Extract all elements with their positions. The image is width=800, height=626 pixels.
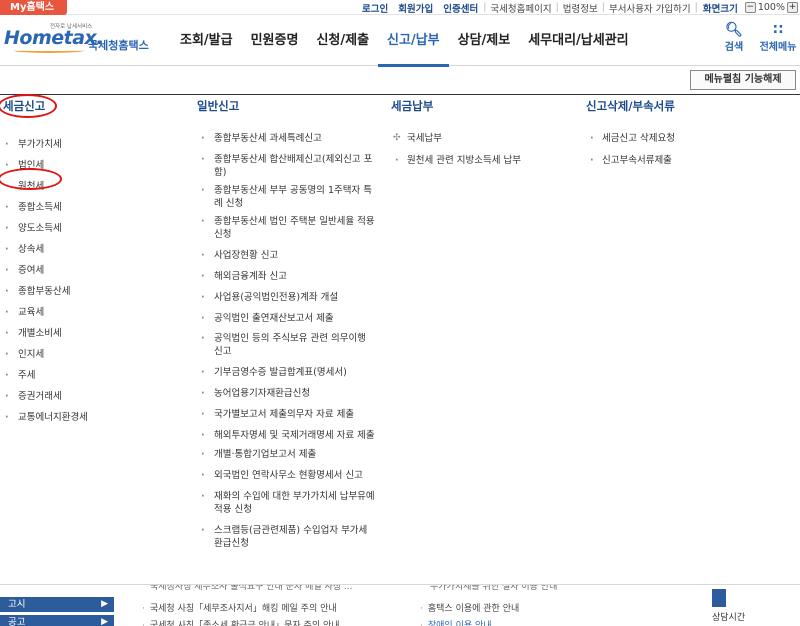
dept-user-signup-link[interactable]: 부서사용자 가입하기 [605, 1, 695, 15]
zoom-value: 100% [757, 2, 785, 13]
menu-item-stamp-tax[interactable]: 인지세 [0, 344, 180, 365]
top-utility-bar: My홈택스 로그인 회원가입 인증센터 | 국세청홈페이지 | 법령정보 | 부… [0, 0, 800, 15]
tax-report-column: 세금신고 부가가치세 법인세 원천세 종합소득세 양도소득세 상속세 증여세 종… [0, 97, 180, 428]
general-report-heading[interactable]: 일반신고 [197, 97, 377, 115]
notice-partial-left[interactable]: 국세청사칭 세무조사 출석요구 안내 문자 메일 사칭 ... [150, 585, 353, 592]
menu-item-general-12[interactable]: 해외투자명세 및 국제거래명세 자료 제출 [197, 429, 377, 442]
menu-item-inheritance-tax[interactable]: 상속세 [0, 239, 180, 260]
search-label: 검색 [724, 42, 744, 53]
general-report-list: 종합부동산세 과세특례신고 종합부동산세 합산배제신고(제외신고 포함) 종합부… [197, 132, 377, 550]
grid-icon: ∷ [773, 22, 783, 38]
menu-item-general-14[interactable]: 외국법인 연락사무소 현황명세서 신고 [197, 469, 377, 482]
signup-link[interactable]: 회원가입 [393, 1, 438, 15]
menu-item-report-delete-request[interactable]: 세금신고 삭제요청 [586, 132, 786, 145]
nav-inquiry-issuance[interactable]: 조회/발급 [171, 16, 242, 66]
menu-item-income-tax[interactable]: 종합소득세 [0, 197, 180, 218]
notice-item[interactable]: 국세청 사칭「세무조사지서」해킹 메일 주의 안내 [142, 601, 337, 614]
menu-item-general-5[interactable]: 해외금융계좌 신고 [197, 270, 377, 283]
notice-item[interactable]: 홈택스 이용에 관한 안내 [420, 601, 519, 614]
my-hometax-button[interactable]: My홈택스 [0, 0, 67, 15]
menu-item-general-2[interactable]: 종합부동산세 부부 공동명의 1주택자 특례 신청 [197, 184, 377, 210]
chevron-right-icon: ▶ [101, 617, 108, 626]
menu-item-vat[interactable]: 부가가치세 [0, 134, 180, 155]
menu-item-general-6[interactable]: 사업용(공익법인전용)계좌 개설 [197, 291, 377, 304]
menu-item-attachment-submit[interactable]: 신고부속서류제출 [586, 154, 786, 167]
report-delete-column: 신고삭제/부속서류 세금신고 삭제요청 신고부속서류제출 [586, 97, 786, 176]
menu-item-general-7[interactable]: 공익법인 출연재산보고서 제출 [197, 312, 377, 325]
menu-item-property-tax[interactable]: 종합부동산세 [0, 281, 180, 302]
logo-swoosh [14, 48, 84, 53]
utility-links: 로그인 회원가입 인증센터 | 국세청홈페이지 | 법령정보 | 부서사용자 가… [357, 0, 800, 15]
menu-item-general-4[interactable]: 사업장현황 신고 [197, 249, 377, 262]
menu-item-gift-tax[interactable]: 증여세 [0, 260, 180, 281]
main-header: 전자로 납세서비스 Hometax. 국세청홈택스 조회/발급 민원증명 신청/… [0, 16, 800, 67]
menu-item-transfer-tax[interactable]: 양도소득세 [0, 218, 180, 239]
main-nav: 조회/발급 민원증명 신청/제출 신고/납부 상담/제보 세무대리/납세관리 [171, 16, 638, 67]
menu-expand-disable-button[interactable]: 메뉴펼침 기능해제 [690, 70, 796, 90]
tax-payment-heading[interactable]: 세금납부 [391, 97, 571, 115]
nav-civil-certificates[interactable]: 민원증명 [242, 16, 308, 66]
nts-homepage-link[interactable]: 국세청홈페이지 [486, 1, 555, 15]
menu-item-general-16[interactable]: 스크랩등(금관련제품) 수입업자 부가세 환급신청 [197, 524, 377, 550]
bottom-content: 국세청사칭 세무조사 출석요구 안내 문자 메일 사칭 ... 부가가치세를 위… [0, 584, 800, 626]
highlight-circle-withholding-tax [0, 168, 62, 190]
highlight-circle-tax-report [0, 94, 57, 118]
nav-application-submission[interactable]: 신청/제출 [307, 16, 378, 66]
cert-center-link[interactable]: 인증센터 [438, 1, 483, 15]
menu-item-consumption-tax[interactable]: 개별소비세 [0, 323, 180, 344]
menu-item-general-10[interactable]: 농어업용기자재환급신청 [197, 387, 377, 400]
menu-item-national-tax-payment[interactable]: 국세납부 [391, 132, 571, 145]
menu-item-general-0[interactable]: 종합부동산세 과세특례신고 [197, 132, 377, 145]
menu-divider [0, 94, 800, 95]
menu-item-energy-tax[interactable]: 교통에너지환경세 [0, 407, 180, 428]
zoom-in-button[interactable]: + [787, 2, 798, 13]
consult-banner[interactable]: 상담시간 [710, 585, 800, 626]
report-delete-heading[interactable]: 신고삭제/부속서류 [586, 97, 786, 115]
general-report-column: 일반신고 종합부동산세 과세특례신고 종합부동산세 합산배제신고(제외신고 포함… [197, 97, 377, 550]
law-info-link[interactable]: 법령정보 [559, 1, 602, 15]
banner-graphic [712, 589, 726, 607]
menu-item-general-8[interactable]: 공익법인 등의 주식보유 관련 의무이행 신고 [197, 332, 377, 358]
all-menu-label: 전체메뉴 [759, 42, 797, 53]
tax-payment-column: 세금납부 국세납부 원천세 관련 지방소득세 납부 [391, 97, 571, 176]
notice-category-button[interactable]: 고시 ▶ [0, 597, 114, 612]
menu-item-education-tax[interactable]: 교육세 [0, 302, 180, 323]
notice-partial-right[interactable]: 부가가치세를 위한 절차 이용 안내 [430, 585, 557, 592]
tax-payment-list: 국세납부 원천세 관련 지방소득세 납부 [391, 132, 571, 167]
chevron-right-icon: ▶ [101, 599, 108, 609]
nav-report-payment[interactable]: 신고/납부 [378, 16, 449, 67]
notice-item[interactable]: 국세청 사칭「종소세 환급금 안내」문자 주의 안내 [142, 618, 340, 626]
notice-item[interactable]: 장애인 이용 안내 [420, 618, 492, 626]
announce-category-button[interactable]: 공고 ▶ [0, 615, 114, 626]
menu-item-general-13[interactable]: 개별·통합기업보고서 제출 [197, 448, 377, 461]
logo-korean: 국세청홈택스 [88, 39, 149, 52]
nav-tax-agent[interactable]: 세무대리/납세관리 [519, 16, 637, 66]
menu-item-general-15[interactable]: 재화의 수입에 대한 부가가치세 납부유예 적용 신청 [197, 490, 377, 516]
announce-category-label: 공고 [8, 617, 26, 626]
menu-item-securities-tax[interactable]: 증권거래세 [0, 386, 180, 407]
report-delete-list: 세금신고 삭제요청 신고부속서류제출 [586, 132, 786, 167]
search-icon: 🔍︎ [725, 22, 743, 38]
menu-item-general-1[interactable]: 종합부동산세 합산배제신고(제외신고 포함) [197, 153, 377, 179]
zoom-out-button[interactable]: − [744, 2, 756, 13]
menu-item-local-income-tax-payment[interactable]: 원천세 관련 지방소득세 납부 [391, 154, 571, 167]
menu-item-general-9[interactable]: 기부금영수증 발급합계표(명세서) [197, 366, 377, 379]
zoom-label: 화면크기 [702, 3, 738, 15]
nav-consult-report[interactable]: 상담/제보 [449, 16, 520, 66]
login-link[interactable]: 로그인 [357, 1, 393, 15]
search-button[interactable]: 🔍︎ 검색 [720, 22, 748, 53]
hometax-logo[interactable]: 전자로 납세서비스 Hometax. 국세청홈택스 [4, 21, 154, 57]
menu-item-general-3[interactable]: 종합부동산세 법인 주택분 일반세율 적용 신청 [197, 215, 377, 241]
all-menu-button[interactable]: ∷ 전체메뉴 [756, 22, 800, 53]
notice-category-label: 고시 [8, 599, 26, 610]
consult-hours-label: 상담시간 [712, 613, 746, 623]
menu-item-general-11[interactable]: 국가별보고서 제출의무자 자료 제출 [197, 408, 377, 421]
menu-item-liquor-tax[interactable]: 주세 [0, 365, 180, 386]
